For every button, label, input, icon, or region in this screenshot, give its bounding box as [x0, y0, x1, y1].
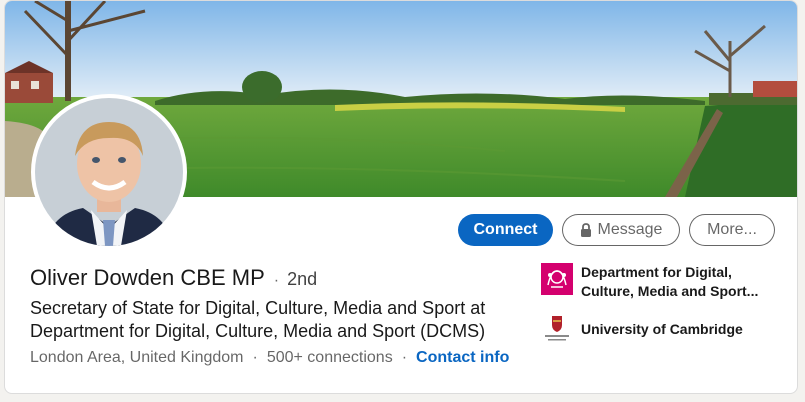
more-button[interactable]: More...: [689, 214, 775, 246]
profile-location: London Area, United Kingdom: [30, 349, 244, 366]
connection-degree: 2nd: [287, 269, 318, 289]
org-dcms[interactable]: Department for Digital, Culture, Media a…: [541, 263, 781, 301]
profile-name: Oliver Dowden CBE MP: [30, 265, 265, 290]
connections-count[interactable]: 500+ connections: [267, 349, 393, 367]
profile-card: Connect Message More... Oliver Dowden CB…: [4, 0, 798, 394]
org-cambridge-name: University of Cambridge: [581, 320, 743, 337]
cambridge-crest-logo: [541, 313, 573, 345]
profile-avatar[interactable]: [31, 94, 187, 250]
dcms-crest-logo: [541, 263, 573, 295]
lock-icon: [580, 223, 592, 237]
profile-name-row: Oliver Dowden CBE MP · 2nd: [30, 265, 317, 291]
connections-separator: ·: [401, 349, 408, 366]
profile-headline: Secretary of State for Digital, Culture,…: [30, 298, 486, 341]
contact-info-link[interactable]: Contact info: [416, 349, 509, 367]
profile-actions: Connect Message More...: [458, 214, 775, 246]
location-separator: ·: [252, 349, 258, 366]
org-cambridge[interactable]: University of Cambridge: [541, 313, 781, 345]
degree-separator: ·: [273, 272, 280, 289]
message-button-label: Message: [597, 221, 663, 238]
message-button[interactable]: Message: [562, 214, 680, 246]
connect-button[interactable]: Connect: [458, 214, 553, 246]
organizations-list: Department for Digital, Culture, Media a…: [541, 263, 781, 357]
org-dcms-name: Department for Digital, Culture, Media a…: [581, 264, 759, 299]
profile-location-row: London Area, United Kingdom · 500+ conne…: [30, 349, 509, 367]
